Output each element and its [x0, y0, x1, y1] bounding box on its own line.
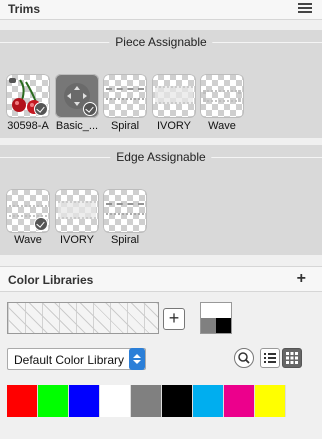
piece-assignable-header: Piece Assignable: [0, 30, 322, 54]
color-libraries-title: Color Libraries: [8, 273, 94, 287]
color-library-select-value: Default Color Library: [14, 353, 125, 367]
color-swatch-black[interactable]: [162, 385, 193, 417]
search-icon[interactable]: [234, 348, 254, 368]
trims-header: Trims: [0, 0, 322, 20]
checkmark-badge-icon: [34, 217, 48, 231]
tile-label: Wave: [208, 120, 236, 132]
color-libraries-header: Color Libraries +: [0, 266, 322, 292]
trim-tile-ivory[interactable]: [152, 74, 196, 118]
trim-tile-spiral[interactable]: [103, 74, 147, 118]
list-view-icon[interactable]: [260, 348, 280, 368]
color-swatch-green[interactable]: [38, 385, 69, 417]
tile-label: Spiral: [110, 120, 140, 132]
checkmark-badge-icon: [34, 102, 48, 116]
default-colors-icon[interactable]: [200, 302, 232, 334]
checkmark-badge-icon: [83, 102, 97, 116]
color-swatch-gray[interactable]: [131, 385, 162, 417]
color-swatch-yellow[interactable]: [255, 385, 286, 417]
tile-label: Basic_...: [55, 120, 99, 132]
pattern-preview: [7, 302, 159, 334]
tile-label: Wave: [14, 234, 42, 246]
select-arrows-icon: [129, 348, 145, 370]
trim-tile-wave[interactable]: [6, 189, 50, 233]
color-swatch-white[interactable]: [100, 385, 131, 417]
tile-label: IVORY: [156, 120, 192, 132]
piece-assignable-row: 30598-A Basic_... Spiral IVORY Wave: [0, 54, 322, 138]
color-library-select[interactable]: Default Color Library: [7, 348, 146, 370]
color-swatch-red[interactable]: [7, 385, 38, 417]
tile-label: IVORY: [59, 234, 95, 246]
color-swatch-cyan[interactable]: [193, 385, 224, 417]
edge-assignable-header: Edge Assignable: [0, 145, 322, 169]
grid-view-icon[interactable]: [282, 348, 302, 368]
trims-title: Trims: [8, 2, 41, 16]
piece-assignable-label: Piece Assignable: [109, 35, 213, 49]
trim-tile-wave[interactable]: [200, 74, 244, 118]
hamburger-menu-icon[interactable]: [298, 3, 312, 17]
color-swatches: [7, 385, 286, 417]
trim-tile-30598-a[interactable]: [6, 74, 50, 118]
edge-assignable-row: Wave IVORY Spiral: [0, 169, 322, 255]
edge-assignable-label: Edge Assignable: [110, 150, 212, 164]
tile-label: Spiral: [110, 234, 140, 246]
add-library-button[interactable]: +: [297, 270, 306, 288]
color-swatch-magenta[interactable]: [224, 385, 255, 417]
trim-tile-ivory[interactable]: [55, 189, 99, 233]
trim-tile-basic[interactable]: [55, 74, 99, 118]
trim-tile-spiral[interactable]: [103, 189, 147, 233]
tile-label: 30598-A: [7, 120, 49, 132]
color-swatch-blue[interactable]: [69, 385, 100, 417]
add-color-button[interactable]: +: [163, 308, 185, 330]
